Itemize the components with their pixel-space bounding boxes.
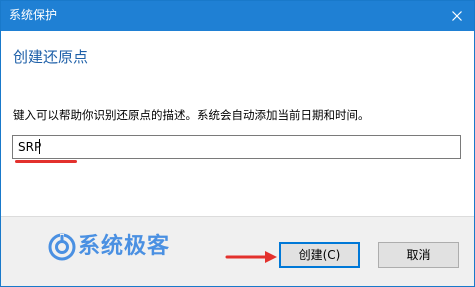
instruction-text: 键入可以帮助你识别还原点的描述。系统会自动添加当前日期和时间。 <box>13 108 370 122</box>
text-caret <box>39 139 40 154</box>
restore-point-description-input[interactable] <box>12 135 461 159</box>
close-icon <box>452 11 462 21</box>
close-button[interactable] <box>440 1 474 31</box>
system-protection-dialog: 系统保护 创建还原点 键入可以帮助你识别还原点的描述。系统会自动添加当前日期和时… <box>0 0 475 287</box>
logo-text: 系统极客 <box>78 234 171 259</box>
watermark-logo: 系统极客 <box>48 233 170 261</box>
arrow-annotation-icon <box>225 251 277 263</box>
logo-icon <box>48 233 76 261</box>
window-title: 系统保护 <box>9 8 58 22</box>
title-bar[interactable]: 系统保护 <box>1 1 474 31</box>
create-button[interactable]: 创建(C) <box>279 242 360 268</box>
dialog-content: 创建还原点 键入可以帮助你识别还原点的描述。系统会自动添加当前日期和时间。 <box>1 31 474 216</box>
annotation-underline <box>15 160 77 163</box>
dialog-heading: 创建还原点 <box>13 48 89 66</box>
cancel-button[interactable]: 取消 <box>378 242 459 268</box>
